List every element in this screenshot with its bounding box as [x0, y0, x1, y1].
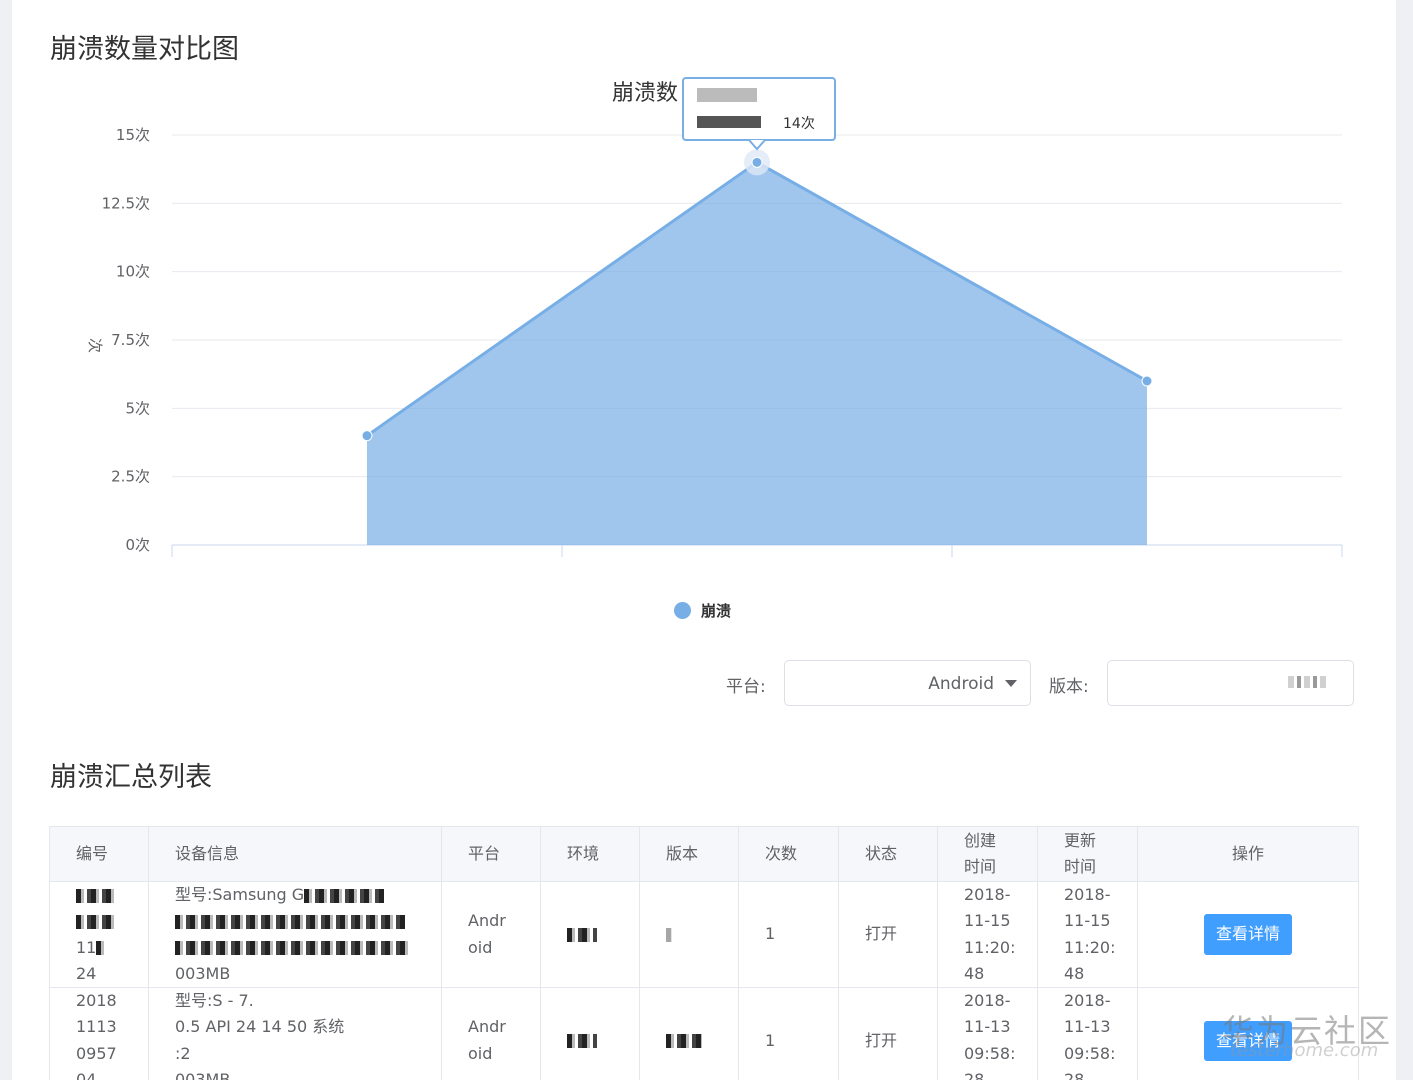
cell-version [639, 987, 739, 1080]
tooltip-blur [697, 88, 757, 102]
cell-id: 2018 1113 0957 04 [49, 987, 149, 1080]
platform-select[interactable]: Android [784, 660, 1031, 706]
cell-platform: Android [441, 987, 541, 1080]
crash-table: 编号 设备信息 平台 环境 版本 次数 状态 创建 时间 更新 时间 操作 11… [49, 826, 1359, 1080]
main-card: 崩溃数量对比图 0次 2.5次 5次 7.5次 10次 12.5次 15次次崩溃数 14次 崩… [12, 0, 1396, 1080]
cell-platform: Android [441, 880, 541, 989]
header-action: 操作 [1137, 826, 1359, 882]
cell-env [540, 987, 640, 1080]
y-tick-label: 2.5次 [111, 468, 150, 486]
table-header-row: 编号 设备信息 平台 环境 版本 次数 状态 创建 时间 更新 时间 操作 [49, 826, 1359, 882]
cell-updated: 2018-11-13 09:58:28 [1037, 987, 1138, 1080]
cell-count: 1 [738, 987, 839, 1080]
cell-created: 2018-11-15 11:20:48 [937, 880, 1038, 989]
header-env: 环境 [540, 826, 640, 882]
version-select[interactable] [1107, 660, 1354, 706]
version-select-value [1288, 676, 1328, 688]
view-detail-button[interactable]: 查看详情 [1203, 914, 1292, 955]
platform-label: 平台: [726, 677, 766, 697]
cell-action: 查看详情 [1137, 880, 1359, 989]
header-updated: 更新 时间 [1037, 826, 1138, 882]
y-tick-label: 15次 [116, 126, 150, 144]
data-point [1141, 375, 1153, 387]
header-status: 状态 [838, 826, 938, 882]
header-created: 创建 时间 [937, 826, 1038, 882]
cell-updated: 2018-11-15 11:20:48 [1037, 880, 1138, 989]
y-axis-title: 次 [86, 338, 104, 353]
header-device: 设备信息 [148, 826, 442, 882]
cell-version [639, 880, 739, 989]
cell-count: 1 [738, 880, 839, 989]
cell-status: 打开 [838, 987, 938, 1080]
chart-main-title: 崩溃数 [612, 81, 678, 106]
legend-dot-icon [674, 602, 691, 619]
chart-legend[interactable]: 崩溃 [674, 600, 731, 621]
y-tick-label: 10次 [116, 263, 150, 281]
data-point [361, 430, 373, 442]
version-label: 版本: [1049, 677, 1089, 697]
chevron-down-icon [1005, 680, 1017, 687]
cell-status: 打开 [838, 880, 938, 989]
cell-device: 型号:Samsung G 003MB [148, 880, 442, 989]
watermark-sub: testerhome.com [1230, 1040, 1379, 1061]
tooltip-arrow [748, 139, 766, 151]
header-id: 编号 [49, 826, 149, 882]
header-count: 次数 [738, 826, 839, 882]
y-tick-label: 7.5次 [111, 331, 150, 349]
cell-device: 型号:S - 7. 0.5 API 24 14 50 系统 :2 003MB [148, 987, 442, 1080]
crash-area-chart: 0次 2.5次 5次 7.5次 10次 12.5次 15次次 崩溃数 14次 [86, 77, 1343, 557]
y-tick-label: 0次 [125, 536, 150, 554]
table-row: 2018 1113 0957 04 型号:S - 7. 0.5 API 24 1… [49, 987, 1359, 1080]
y-tick-label: 12.5次 [102, 194, 150, 212]
cell-id: 11 24 [49, 880, 149, 989]
platform-select-value: Android [928, 674, 994, 694]
tooltip-blur [697, 116, 761, 128]
cell-created: 2018-11-13 09:58:28 [937, 987, 1038, 1080]
tooltip-value: 14次 [783, 116, 815, 132]
header-version: 版本 [639, 826, 739, 882]
header-platform: 平台 [441, 826, 541, 882]
table-row: 11 24 型号:Samsung G 003MB Android 1 打开 20… [49, 880, 1359, 989]
hover-point [751, 156, 763, 168]
cell-env [540, 880, 640, 989]
table-section-title: 崩溃汇总列表 [50, 762, 212, 793]
legend-label: 崩溃 [701, 602, 732, 620]
y-tick-label: 5次 [125, 399, 150, 417]
